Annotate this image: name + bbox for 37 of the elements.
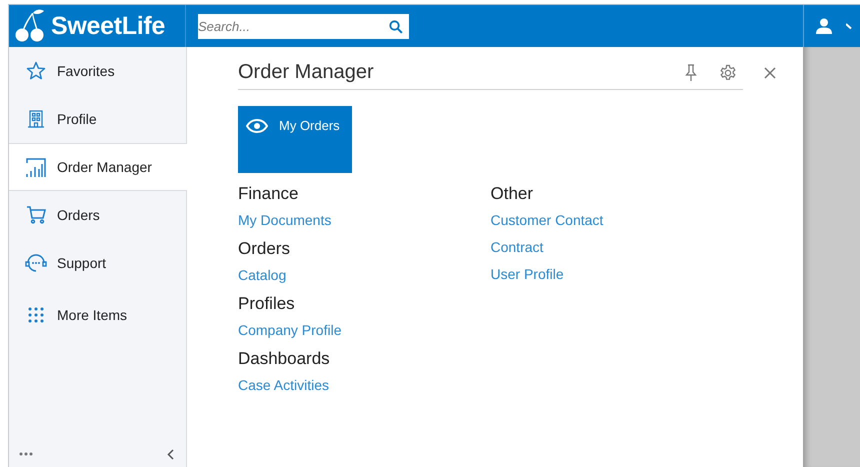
collapse-icon[interactable] <box>167 448 174 460</box>
sidebar-item[interactable]: Orders <box>9 191 186 239</box>
link[interactable]: Customer Contact <box>490 212 743 228</box>
link[interactable]: User Profile <box>490 266 743 282</box>
eye-icon <box>246 119 268 133</box>
tile[interactable]: My Orders <box>238 106 352 173</box>
grid-icon <box>28 307 44 323</box>
more-icon[interactable] <box>19 452 33 456</box>
section-heading: Dashboards <box>238 349 331 369</box>
building-icon <box>27 110 45 128</box>
star-icon <box>26 61 46 81</box>
link[interactable]: My Documents <box>238 212 490 228</box>
section-heading: Other <box>490 184 534 204</box>
link[interactable]: Company Profile <box>238 322 490 338</box>
section-heading: Finance <box>238 184 300 204</box>
sidebar-item[interactable]: Order Manager <box>9 143 187 191</box>
link[interactable]: Contract <box>490 239 743 255</box>
section-heading: Profiles <box>238 294 296 314</box>
sidebar-item[interactable]: Profile <box>9 95 186 143</box>
link[interactable]: Case Activities <box>238 377 490 393</box>
cherry-icon <box>15 9 45 43</box>
search-icon[interactable] <box>389 20 403 34</box>
panel-title: Order Manager <box>238 61 374 83</box>
close-icon[interactable] <box>764 66 776 78</box>
search-field[interactable]: Search... <box>198 14 409 38</box>
sidebar-item[interactable]: Favorites <box>9 47 186 95</box>
sidebar-item[interactable]: More Items <box>9 287 186 343</box>
logo[interactable]: SweetLife <box>51 12 165 40</box>
settings-icon[interactable] <box>719 64 737 82</box>
section-heading: Orders <box>238 239 291 259</box>
sidebar-item[interactable]: Support <box>9 239 186 287</box>
chart-icon <box>25 156 47 178</box>
headset-icon <box>25 254 47 272</box>
link[interactable]: Catalog <box>238 267 490 283</box>
user-icon[interactable] <box>815 18 833 34</box>
pin-icon[interactable] <box>685 64 697 82</box>
cart-icon <box>26 206 46 224</box>
